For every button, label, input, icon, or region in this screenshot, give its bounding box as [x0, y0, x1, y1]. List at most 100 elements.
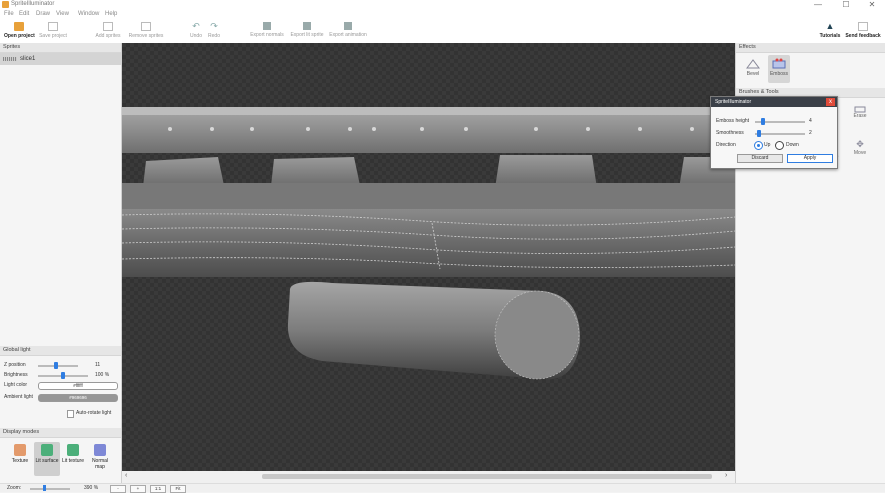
direction-down-label: Down — [786, 142, 799, 148]
texture-icon — [14, 444, 26, 456]
export-normals-button[interactable]: Export normals — [248, 22, 286, 42]
zoom-1to1-button[interactable]: 1:1 — [150, 485, 166, 493]
redo-button[interactable]: ↷ Redo — [206, 22, 222, 42]
menu-edit[interactable]: Edit — [19, 11, 29, 17]
dialog-title-bar: SpriteIlluminator x — [711, 97, 837, 107]
dialog-close-button[interactable]: x — [826, 98, 835, 106]
smoothness-slider-thumb[interactable] — [757, 130, 761, 137]
emboss-icon — [772, 58, 786, 69]
bevel-icon — [746, 59, 760, 69]
auto-rotate-checkbox[interactable] — [67, 410, 74, 418]
feedback-icon — [858, 22, 868, 31]
sprites-header: Sprites — [0, 43, 121, 53]
zoom-slider[interactable] — [30, 488, 70, 490]
emboss-height-label: Emboss height — [716, 118, 750, 124]
export-normals-icon — [263, 22, 271, 30]
display-mode-texture[interactable]: Texture — [7, 442, 33, 476]
light-color-label: Light color — [4, 382, 28, 388]
tool-move-button[interactable]: ✥ Move — [848, 138, 872, 156]
effect-bevel-button[interactable]: Bevel — [742, 55, 764, 83]
smoothness-value: 2 — [809, 130, 812, 136]
left-panel: Sprites slice1 Global light Z position 1… — [0, 43, 122, 483]
auto-rotate-label: Auto-rotate light — [76, 410, 112, 416]
move-icon: ✥ — [856, 139, 864, 149]
redo-icon: ↷ — [210, 21, 218, 31]
dialog-title: SpriteIlluminator — [715, 99, 752, 105]
title-bar: SpriteIlluminator — ☐ ✕ — [0, 0, 885, 10]
remove-sprites-button[interactable]: Remove sprites — [126, 22, 166, 42]
discard-button[interactable]: Discard — [737, 154, 783, 163]
close-window-button[interactable]: ✕ — [862, 0, 882, 10]
global-light-header: Global light — [0, 346, 121, 356]
save-project-button[interactable]: Save project — [38, 22, 68, 42]
export-lit-sprite-icon — [303, 22, 311, 30]
z-position-slider[interactable] — [38, 365, 78, 367]
menu-draw[interactable]: Draw — [36, 11, 50, 17]
menu-help[interactable]: Help — [105, 11, 117, 17]
save-icon — [48, 22, 58, 31]
horizontal-scroll-thumb[interactable] — [262, 474, 712, 479]
radio-selected-dot — [757, 144, 760, 147]
export-animation-button[interactable]: Export animation — [328, 22, 368, 42]
brightness-label: Brightness — [4, 372, 28, 378]
apply-button[interactable]: Apply — [787, 154, 833, 163]
menu-window[interactable]: Window — [78, 11, 99, 17]
direction-up-label: Up — [764, 142, 771, 148]
zoom-in-button[interactable]: + — [130, 485, 146, 493]
brightness-slider-thumb[interactable] — [61, 372, 65, 379]
smoothness-slider[interactable] — [755, 133, 805, 135]
direction-up-radio[interactable] — [754, 141, 763, 150]
display-modes-header: Display modes — [0, 428, 121, 438]
export-animation-icon — [344, 22, 352, 30]
graduation-cap-icon: ▲ — [825, 21, 835, 31]
export-lit-sprite-button[interactable]: Export lit sprite — [289, 22, 325, 42]
menu-view[interactable]: View — [56, 11, 69, 17]
z-position-slider-thumb[interactable] — [54, 362, 58, 369]
menu-bar: File Edit Draw View Window Help — [0, 10, 885, 20]
brightness-value: 100 % — [95, 372, 110, 378]
window-title: SpriteIlluminator — [11, 1, 55, 7]
zoom-out-button[interactable]: - — [110, 485, 126, 493]
sprite-canvas[interactable] — [122, 43, 735, 471]
emboss-dialog: SpriteIlluminator x Emboss height 4 Smoo… — [710, 96, 838, 169]
ambient-light-field[interactable]: #969696 — [38, 394, 118, 402]
add-sprites-button[interactable]: Add sprites — [93, 22, 123, 42]
scroll-right-icon[interactable]: › — [725, 472, 727, 479]
sprite-list-item[interactable]: slice1 — [0, 53, 121, 65]
light-color-field[interactable]: #ffffff — [38, 382, 118, 390]
lit-texture-icon — [67, 444, 79, 456]
send-feedback-button[interactable]: Send feedback — [845, 22, 881, 42]
z-position-label: Z position — [4, 362, 26, 368]
tutorials-button[interactable]: ▲ Tutorials — [818, 22, 842, 42]
display-mode-lit-surface[interactable]: Lit surface — [34, 442, 60, 476]
undo-icon: ↶ — [192, 21, 200, 31]
lit-surface-icon — [41, 444, 53, 456]
emboss-height-slider-thumb[interactable] — [760, 118, 765, 125]
add-sprites-icon — [103, 22, 113, 31]
emboss-height-value: 4 — [809, 118, 812, 124]
horizontal-scrollbar[interactable]: ‹ › — [122, 471, 735, 483]
app-icon — [2, 1, 9, 8]
menu-file[interactable]: File — [4, 11, 14, 17]
zoom-slider-thumb[interactable] — [43, 485, 46, 491]
effects-header: Effects — [736, 43, 885, 53]
eraser-icon — [854, 106, 866, 113]
direction-label: Direction — [716, 142, 736, 148]
effect-emboss-button[interactable]: Emboss — [768, 55, 790, 83]
minimize-button[interactable]: — — [808, 0, 828, 10]
display-mode-normal-map[interactable]: Normal map — [87, 442, 113, 476]
open-project-button[interactable]: Open project — [4, 22, 35, 42]
maximize-button[interactable]: ☐ — [836, 0, 856, 10]
ambient-light-label: Ambient light — [4, 394, 33, 400]
zoom-value: 390 % — [84, 485, 99, 491]
zoom-fit-button[interactable]: Fit — [170, 485, 186, 493]
sprite-render — [122, 107, 735, 380]
folder-icon — [14, 22, 24, 31]
remove-sprites-icon — [141, 22, 151, 31]
z-position-value: 11 — [95, 362, 101, 368]
scroll-left-icon[interactable]: ‹ — [125, 472, 127, 479]
undo-button[interactable]: ↶ Undo — [188, 22, 204, 42]
tool-erase-button[interactable]: Erase — [848, 106, 872, 119]
direction-down-radio[interactable] — [775, 141, 784, 150]
display-mode-lit-texture[interactable]: Lit texture — [60, 442, 86, 476]
